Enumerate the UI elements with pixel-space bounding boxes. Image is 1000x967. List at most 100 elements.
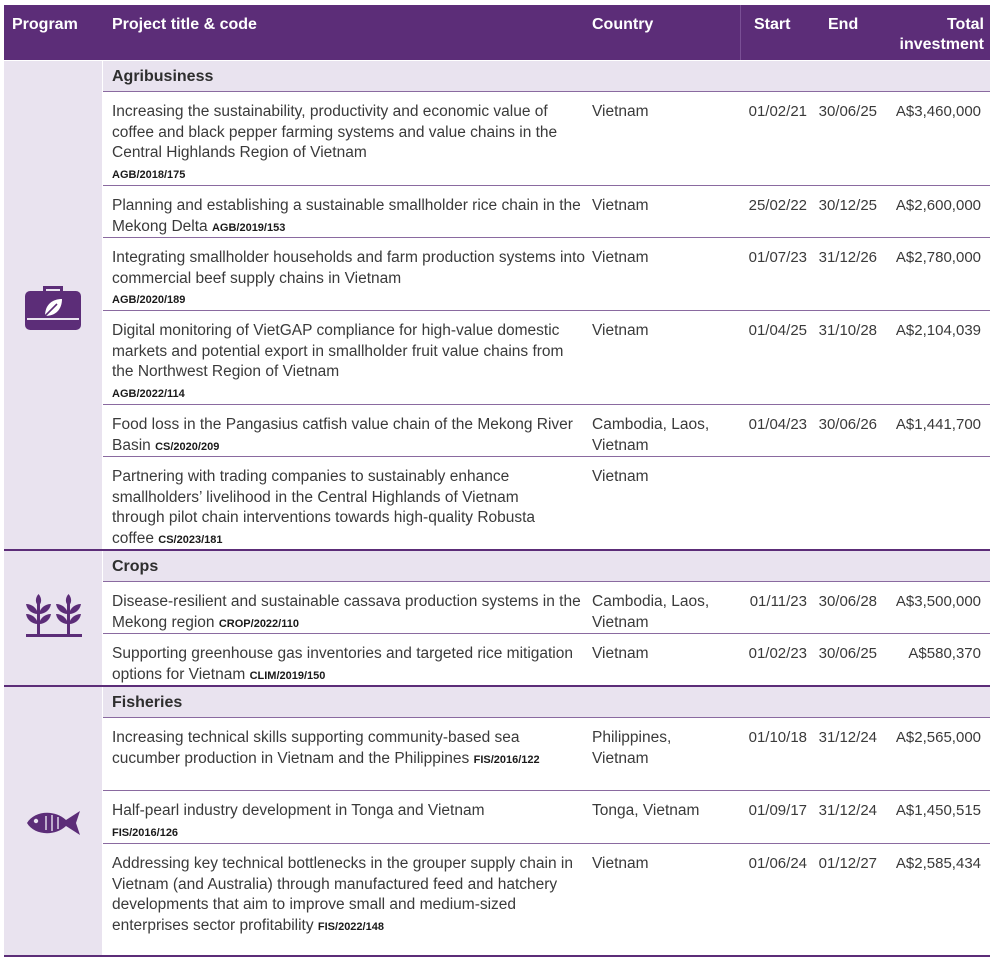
total-investment: A$2,565,000 [895, 729, 981, 746]
project-code: AGB/2019/153 [211, 221, 286, 234]
title-text: Integrating smallholder households and f… [112, 249, 586, 287]
start-date: 01/10/18 [748, 729, 807, 746]
start-date: 25/02/22 [748, 197, 807, 214]
project-code: CS/2020/209 [155, 440, 220, 453]
total-investment: A$2,600,000 [895, 197, 981, 214]
table-row: Addressing key technical bottlenecks in … [103, 844, 990, 955]
total-investment: A$2,780,000 [895, 249, 981, 266]
table-row: Supporting greenhouse gas inventories an… [103, 634, 990, 685]
header-divider [740, 5, 741, 60]
total-investment: A$2,585,434 [895, 855, 981, 872]
section-name: Agribusiness [112, 68, 214, 85]
table-row: Disease-resilient and sustainable cassav… [103, 582, 990, 633]
table-row: Digital monitoring of VietGAP compliance… [103, 311, 990, 404]
project-code: AGB/2018/175 [112, 168, 186, 181]
total-investment: A$2,104,039 [895, 322, 981, 339]
country: Tonga, Vietnam [592, 802, 700, 819]
country: Cambodia, Laos, Vietnam [592, 416, 710, 454]
project-title: Planning and establishing a sustainable … [112, 196, 587, 238]
header-program: Program [12, 16, 78, 33]
end-date: 31/12/24 [818, 802, 877, 819]
end-date: 30/06/25 [818, 645, 877, 662]
country: Vietnam [592, 468, 649, 485]
table-row: Increasing technical skills supporting c… [103, 718, 990, 790]
project-code: CLIM/2019/150 [249, 669, 326, 682]
section-header-agribusiness: Agribusiness [103, 61, 990, 91]
title-text: Supporting greenhouse gas inventories an… [112, 645, 573, 683]
section-name: Crops [112, 558, 159, 575]
header-country: Country [592, 16, 654, 33]
wheat-plants-icon [26, 594, 82, 637]
header-title: Project title & code [112, 16, 257, 33]
section-name: Fisheries [112, 694, 183, 711]
start-date: 01/06/24 [748, 855, 807, 872]
title-text: Digital monitoring of VietGAP compliance… [112, 322, 564, 380]
country: Vietnam [592, 249, 649, 266]
total-investment: A$1,441,700 [895, 416, 981, 433]
table-row: Partnering with trading companies to sus… [103, 457, 990, 549]
title-text: Increasing technical skills supporting c… [112, 729, 520, 767]
country: Vietnam [592, 645, 649, 662]
project-title: Partnering with trading companies to sus… [112, 467, 572, 550]
project-title: Disease-resilient and sustainable cassav… [112, 592, 587, 634]
project-title: Increasing the sustainability, productiv… [112, 102, 587, 185]
table-row: Half-pearl industry development in Tonga… [103, 791, 990, 843]
country: Vietnam [592, 103, 649, 120]
project-title: Food loss in the Pangasius catfish value… [112, 415, 587, 457]
project-title: Increasing technical skills supporting c… [112, 728, 587, 770]
project-code: FIS/2022/148 [317, 920, 384, 933]
start-date: 01/09/17 [748, 802, 807, 819]
end-date: 30/06/26 [818, 416, 877, 433]
table-row: Increasing the sustainability, productiv… [103, 92, 990, 185]
title-text: Increasing the sustainability, productiv… [112, 103, 558, 161]
table-bottom-border [4, 955, 990, 957]
title-text: Planning and establishing a sustainable … [112, 197, 581, 235]
table-row: Planning and establishing a sustainable … [103, 186, 990, 237]
header-end: End [828, 16, 859, 33]
end-date: 30/06/25 [818, 103, 877, 120]
project-title: Addressing key technical bottlenecks in … [112, 854, 587, 937]
start-date: 01/02/21 [748, 103, 807, 120]
total-investment: A$580,370 [908, 645, 981, 662]
project-title: Half-pearl industry development in Tonga… [112, 801, 587, 843]
title-text: Disease-resilient and sustainable cassav… [112, 593, 581, 631]
project-title: Supporting greenhouse gas inventories an… [112, 644, 587, 686]
end-date: 31/10/28 [818, 322, 877, 339]
section-header-fisheries: Fisheries [103, 687, 990, 717]
end-date: 31/12/24 [818, 729, 877, 746]
start-date: 01/04/23 [748, 416, 807, 433]
header-start: Start [754, 16, 791, 33]
country: Vietnam [592, 197, 649, 214]
project-title: Digital monitoring of VietGAP compliance… [112, 321, 587, 404]
total-investment: A$3,460,000 [895, 103, 981, 120]
end-date: 31/12/26 [818, 249, 877, 266]
briefcase-leaf-icon [25, 286, 81, 330]
table-row: Food loss in the Pangasius catfish value… [103, 405, 990, 456]
country: Philippines, Vietnam [592, 729, 672, 767]
project-code: CS/2023/181 [158, 533, 223, 546]
fish-icon [27, 811, 80, 835]
table-header: Program Project title & code Country Sta… [4, 5, 990, 60]
start-date: 01/11/23 [749, 593, 807, 610]
total-investment: A$3,500,000 [895, 593, 981, 610]
project-title: Integrating smallholder households and f… [112, 248, 587, 311]
end-date: 30/12/25 [818, 197, 877, 214]
start-date: 01/07/23 [748, 249, 807, 266]
country: Vietnam [592, 855, 649, 872]
end-date: 30/06/28 [818, 593, 877, 610]
project-code: CROP/2022/110 [218, 617, 299, 630]
country: Vietnam [592, 322, 649, 339]
project-code: FIS/2016/122 [473, 753, 540, 766]
section-header-crops: Crops [103, 551, 990, 581]
country: Cambodia, Laos, Vietnam [592, 593, 710, 631]
project-code: FIS/2016/126 [112, 826, 179, 839]
end-date: 01/12/27 [818, 855, 877, 872]
total-investment: A$1,450,515 [895, 802, 981, 819]
project-code: AGB/2020/189 [112, 294, 186, 306]
start-date: 01/04/25 [748, 322, 807, 339]
start-date: 01/02/23 [748, 645, 807, 662]
title-text: Half-pearl industry development in Tonga… [112, 802, 485, 819]
table-row: Integrating smallholder households and f… [103, 238, 990, 310]
project-code: AGB/2022/114 [112, 387, 185, 400]
header-total: Total investment [899, 16, 984, 53]
